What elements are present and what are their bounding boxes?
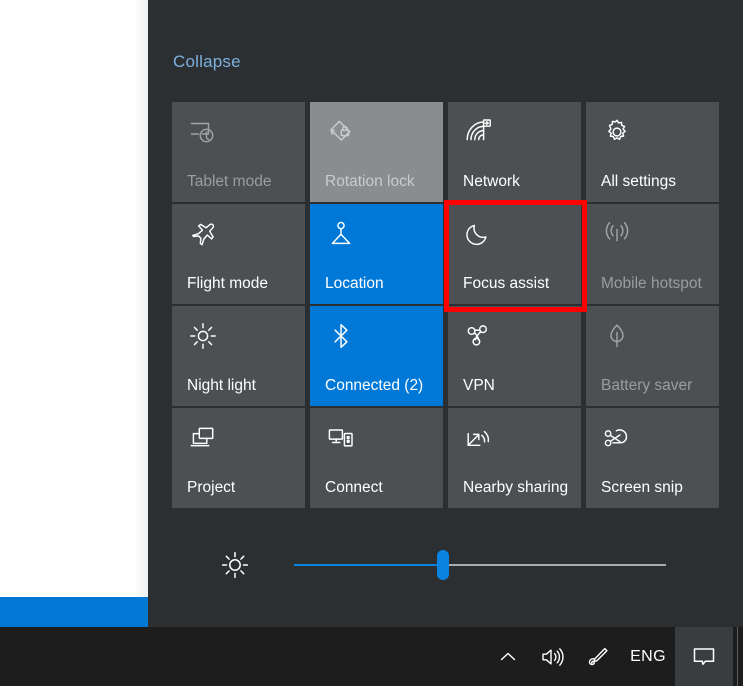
quick-action-tile-label: Flight mode [187,275,268,292]
quick-action-tile-label: Screen snip [601,479,683,496]
sun-icon [186,319,220,353]
speaker-icon[interactable] [529,627,575,686]
quick-actions-grid: Tablet mode Rotation lock Network All se… [172,102,719,508]
quick-action-tile-connect[interactable]: Connect [310,408,443,508]
network-wifi-icon [462,115,496,149]
quick-action-tile-label: Focus assist [463,275,550,292]
quick-action-tile-label: VPN [463,377,495,394]
quick-action-tile-screen-snip[interactable]: Screen snip [586,408,719,508]
brightness-row [218,543,718,587]
brightness-sun-icon [218,548,252,582]
leaf-icon [600,319,634,353]
quick-action-tile-label: Nearby sharing [463,479,569,496]
quick-action-tile-rotation-lock[interactable]: Rotation lock [310,102,443,202]
quick-action-tile-nearby-sharing[interactable]: Nearby sharing [448,408,581,508]
screen-snip-icon [600,421,634,455]
quick-action-tile-label: Mobile hotspot [601,275,702,292]
gear-icon [600,115,634,149]
brightness-slider[interactable] [294,550,666,580]
quick-action-tile-night-light[interactable]: Night light [172,306,305,406]
quick-action-tile-label: Rotation lock [325,173,415,190]
quick-action-tile-connected-2[interactable]: Connected (2) [310,306,443,406]
quick-action-tile-label: All settings [601,173,676,190]
quick-action-tile-vpn[interactable]: VPN [448,306,581,406]
quick-action-tile-all-settings[interactable]: All settings [586,102,719,202]
quick-action-tile-network[interactable]: Network [448,102,581,202]
quick-action-tile-tablet-mode[interactable]: Tablet mode [172,102,305,202]
nearby-share-icon [462,421,496,455]
quick-action-tile-mobile-hotspot[interactable]: Mobile hotspot [586,204,719,304]
quick-action-tile-label: Connect [325,479,383,496]
airplane-icon [186,217,220,251]
screen: Collapse Tablet mode Rotation lock Netwo… [0,0,743,686]
quick-action-tile-flight-mode[interactable]: Flight mode [172,204,305,304]
quick-action-tile-label: Connected (2) [325,377,424,394]
desktop-accent-band [0,597,148,627]
quick-action-tile-battery-saver[interactable]: Battery saver [586,306,719,406]
quick-action-tile-label: Tablet mode [187,173,272,190]
rotation-lock-icon [324,115,358,149]
bluetooth-icon [324,319,358,353]
language-indicator[interactable]: ENG [621,627,675,686]
moon-icon [462,217,496,251]
quick-action-tile-project[interactable]: Project [172,408,305,508]
connect-icon [324,421,358,455]
show-desktop-button[interactable] [733,627,743,686]
quick-action-tile-location[interactable]: Location [310,204,443,304]
quick-action-tile-label: Night light [187,377,256,394]
pen-workspace-icon[interactable] [575,627,621,686]
system-tray: ENG [487,627,743,686]
chevron-up-icon[interactable] [487,627,529,686]
location-icon [324,217,358,251]
action-center-panel: Collapse Tablet mode Rotation lock Netwo… [148,0,743,627]
vpn-icon [462,319,496,353]
quick-action-tile-label: Location [325,275,384,292]
quick-action-tile-label: Battery saver [601,377,693,394]
quick-action-tile-label: Project [187,479,236,496]
hotspot-icon [600,217,634,251]
tablet-mode-icon [186,115,220,149]
slider-fill [294,564,443,566]
notification-balloon-icon[interactable] [675,627,733,686]
desktop-background-window [0,0,148,597]
quick-action-tile-label: Network [463,173,520,190]
quick-action-tile-focus-assist[interactable]: Focus assist [448,204,581,304]
collapse-link[interactable]: Collapse [173,52,241,72]
slider-thumb[interactable] [436,550,449,580]
project-icon [186,421,220,455]
taskbar: ENG [0,627,743,686]
